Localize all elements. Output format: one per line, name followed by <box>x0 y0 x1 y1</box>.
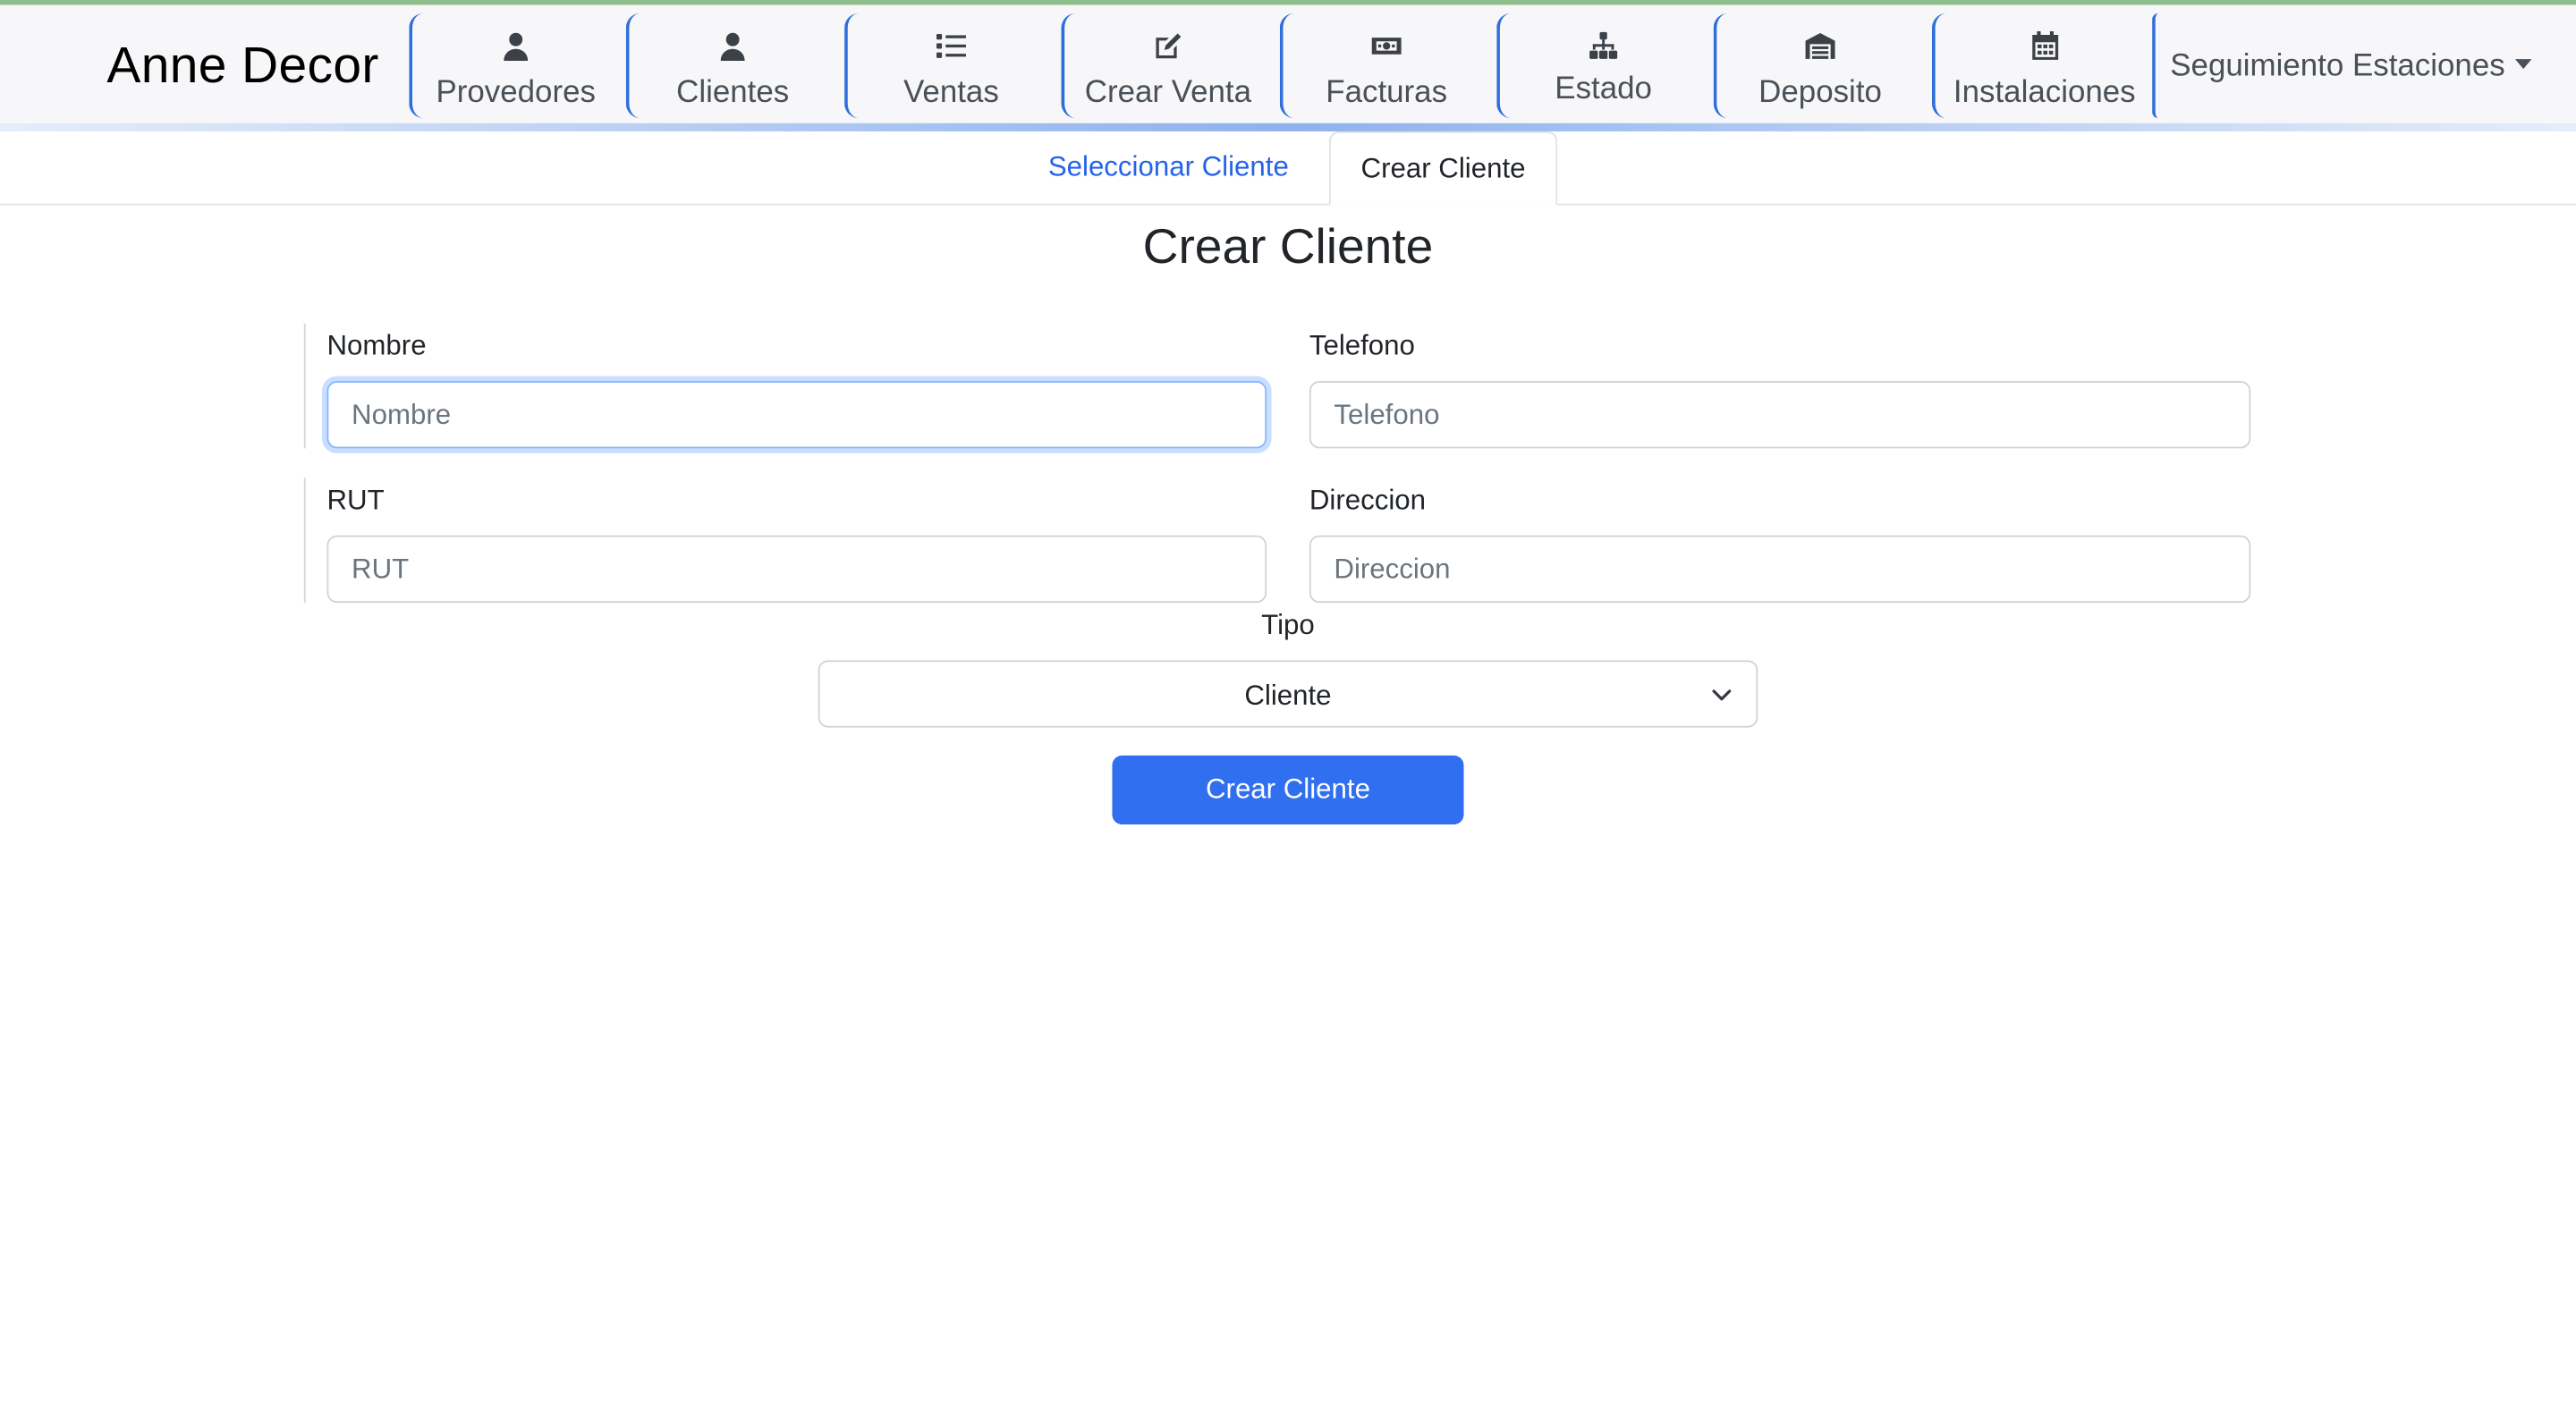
nav-label: Estado <box>1555 72 1652 107</box>
nav-divider <box>2152 13 2158 119</box>
rut-label: RUT <box>326 484 385 516</box>
nav-label: Ventas <box>903 75 999 111</box>
direccion-label: Direccion <box>1309 484 1426 516</box>
nav-item-crear-venta[interactable]: Crear Venta <box>1061 13 1272 119</box>
page: Anne Decor Provedores Clientes Ventas Cr… <box>0 0 2576 1403</box>
page-title: Crear Cliente <box>1142 220 1434 275</box>
telefono-label: Telefono <box>1309 330 1415 362</box>
nav-item-provedores[interactable]: Provedores <box>409 13 619 119</box>
nav-label: Instalaciones <box>1953 75 2136 111</box>
warehouse-icon <box>1716 31 1923 61</box>
nombre-label: Nombre <box>326 330 427 362</box>
nav-label: Facturas <box>1326 75 1448 111</box>
nav-item-instalaciones[interactable]: Instalaciones <box>1931 13 2154 119</box>
nav-item-ventas[interactable]: Ventas <box>844 13 1055 119</box>
money-bill-icon <box>1283 31 1489 61</box>
row-divider <box>303 323 306 449</box>
tipo-selected-value: Cliente <box>1244 680 1332 712</box>
chevron-down-icon <box>1712 689 1732 701</box>
tabs-border <box>0 203 2576 206</box>
user-icon <box>412 31 619 61</box>
tab-crear-cliente[interactable]: Crear Cliente <box>1328 131 1558 206</box>
nav-label: Provedores <box>436 75 596 111</box>
tipo-select[interactable]: Cliente <box>818 660 1758 728</box>
nombre-input[interactable] <box>326 381 1267 449</box>
navbar: Anne Decor Provedores Clientes Ventas Cr… <box>0 4 2576 123</box>
telefono-input[interactable] <box>1309 381 2251 449</box>
rut-input[interactable] <box>326 535 1267 604</box>
nav-item-deposito[interactable]: Deposito <box>1713 13 1924 119</box>
sitemap-icon <box>1500 31 1707 61</box>
user-icon <box>629 31 835 61</box>
nav-dropdown-seguimiento-estaciones[interactable]: Seguimiento Estaciones <box>2170 49 2532 85</box>
navbar-underline <box>0 123 2576 131</box>
dropdown-label: Seguimiento Estaciones <box>2170 49 2505 84</box>
crear-cliente-button[interactable]: Crear Cliente <box>1112 755 1464 825</box>
nav-item-facturas[interactable]: Facturas <box>1279 13 1490 119</box>
direccion-input[interactable] <box>1309 535 2251 604</box>
tab-seleccionar-cliente[interactable]: Seleccionar Cliente <box>1048 151 1289 184</box>
list-icon <box>848 31 1055 61</box>
calendar-icon <box>1936 30 2154 61</box>
edit-icon <box>1064 31 1271 61</box>
nav-label: Clientes <box>676 75 790 111</box>
tipo-label: Tipo <box>1261 609 1315 641</box>
nav-label: Deposito <box>1758 75 1882 111</box>
nav-item-clientes[interactable]: Clientes <box>625 13 836 119</box>
caret-down-icon <box>2514 59 2532 70</box>
nav-label: Crear Venta <box>1084 75 1252 111</box>
row-divider <box>303 478 306 604</box>
brand-logo[interactable]: Anne Decor <box>106 36 378 95</box>
nav-item-estado[interactable]: Estado <box>1496 13 1707 119</box>
